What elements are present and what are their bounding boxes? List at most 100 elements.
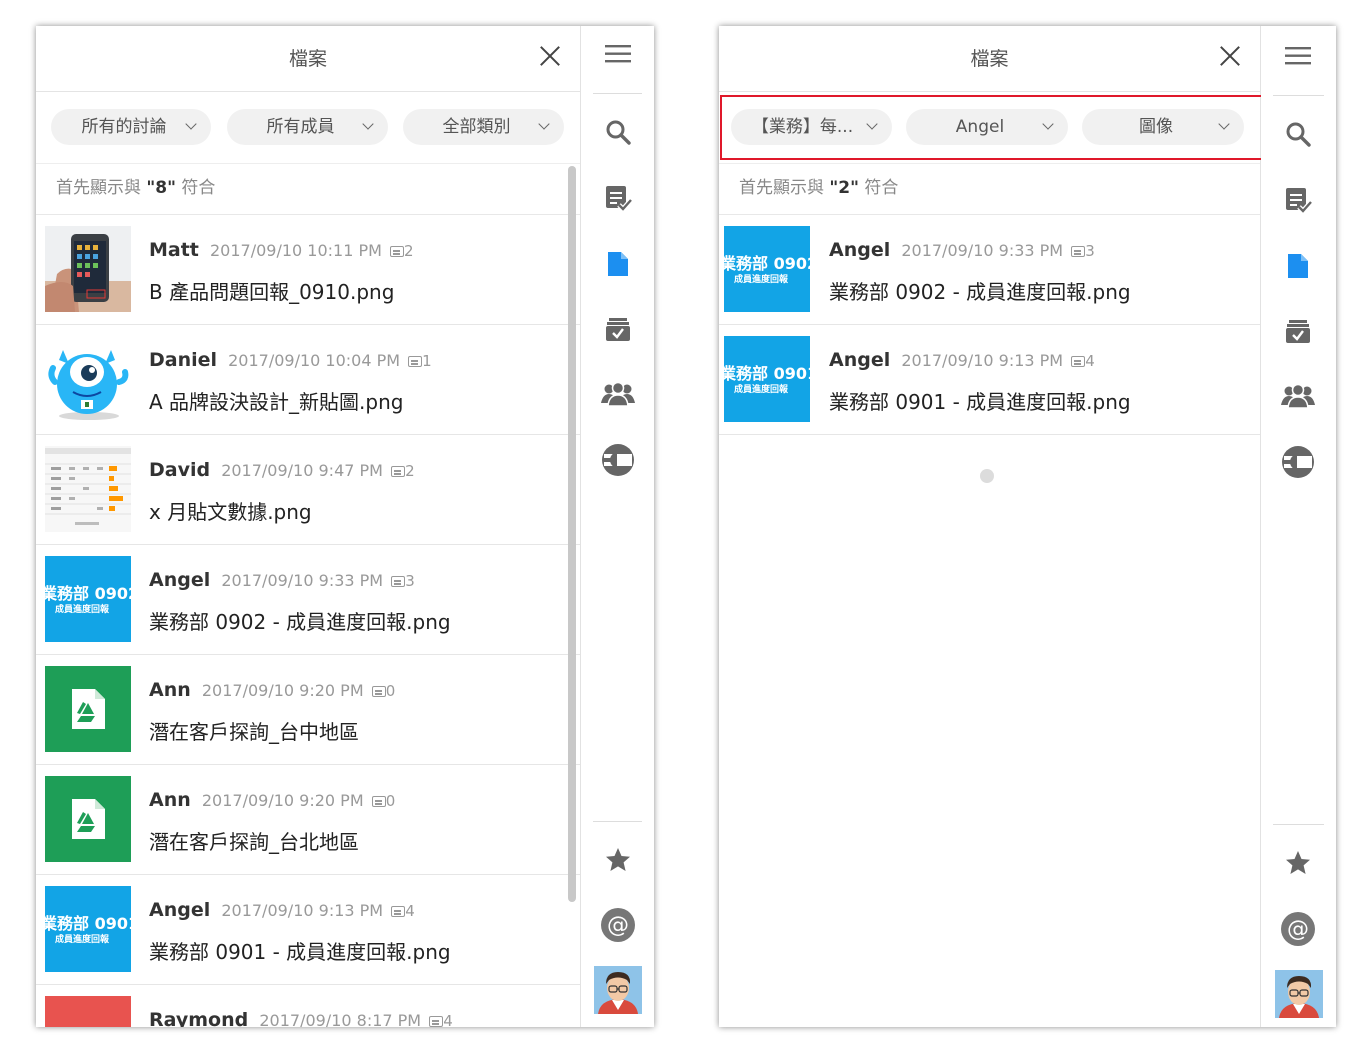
filter-bar: 所有的討論 所有成員 全部類別 xyxy=(36,92,580,164)
file-name[interactable]: 潛在客戶探詢_台中地區 xyxy=(149,716,359,745)
star-icon[interactable] xyxy=(1279,844,1317,882)
file-item[interactable]: 業務部 0901 成員進度回報 Angel 2017/09/10 9:13 PM… xyxy=(36,875,580,985)
mention-icon[interactable]: @ xyxy=(1279,910,1317,948)
spreadsheet-thumbnail xyxy=(45,446,131,532)
member-name[interactable]: Raymond xyxy=(149,1009,248,1027)
file-name[interactable]: 業務部 0901 - 成員進度回報.png xyxy=(149,936,451,965)
timestamp: 2017/09/10 9:13 PM xyxy=(901,351,1064,370)
file-item[interactable]: Daniel 2017/09/10 10:04 PM 1 A 品牌設決設計_新貼… xyxy=(36,325,580,435)
file-name[interactable]: x 月貼文數據.png xyxy=(149,496,312,525)
svg-text:@: @ xyxy=(1287,917,1309,942)
member-name[interactable]: Ann xyxy=(149,789,191,811)
member-name[interactable]: Angel xyxy=(149,569,210,591)
sidebar-divider xyxy=(1273,95,1324,96)
file-name[interactable]: B 產品問題回報_0910.png xyxy=(149,276,394,305)
search-icon[interactable] xyxy=(1279,115,1317,153)
report-image-thumbnail: 業務部 0901 成員進度回報 xyxy=(724,336,810,422)
comment-icon xyxy=(391,466,406,477)
files-icon[interactable] xyxy=(599,245,637,283)
timestamp: 2017/09/10 10:11 PM xyxy=(210,241,382,260)
file-item[interactable]: Raymond 2017/09/10 8:17 PM 4 xyxy=(36,985,580,1027)
file-item[interactable]: David 2017/09/10 9:47 PM 2 x 月貼文數據.png xyxy=(36,435,580,545)
comment-count: 0 xyxy=(371,682,395,700)
comment-count-value: 3 xyxy=(405,572,415,590)
timestamp: 2017/09/10 9:13 PM xyxy=(221,901,384,920)
file-name[interactable]: 業務部 0901 - 成員進度回報.png xyxy=(829,386,1131,415)
comment-icon xyxy=(408,356,423,367)
chevron-down-icon xyxy=(185,118,197,130)
chevron-down-icon xyxy=(362,118,374,130)
file-item[interactable]: Matt 2017/09/10 10:11 PM 2 B 產品問題回報_0910… xyxy=(36,215,580,325)
thumbnail-title: 業務部 0901 xyxy=(724,364,810,383)
member-name[interactable]: Daniel xyxy=(149,349,217,371)
match-summary: 首先顯示與 "2" 符合 xyxy=(719,164,1260,215)
phone-photo-thumbnail xyxy=(45,226,131,312)
member-name[interactable]: Angel xyxy=(829,239,890,261)
menu-icon[interactable] xyxy=(1279,37,1317,75)
google-drive-icon xyxy=(72,689,105,729)
file-item[interactable]: 業務部 0902 成員進度回報 Angel 2017/09/10 9:33 PM… xyxy=(719,215,1260,325)
avatar[interactable] xyxy=(1275,970,1323,1018)
panel-title: 檔案 xyxy=(970,48,1009,70)
thumbnail-subtitle: 成員進度回報 xyxy=(734,275,789,285)
member-name[interactable]: Ann xyxy=(149,679,191,701)
report-image-thumbnail: 業務部 0902 成員進度回報 xyxy=(724,226,810,312)
tasks-icon[interactable] xyxy=(599,179,637,217)
item-meta: Angel 2017/09/10 9:33 PM 3 xyxy=(149,569,415,591)
filter-discussion-label: 所有的討論 xyxy=(81,117,167,137)
svg-text:@: @ xyxy=(607,913,629,938)
member-name[interactable]: Angel xyxy=(829,349,890,371)
filter-category[interactable]: 全部類別 xyxy=(403,109,564,145)
comment-icon xyxy=(390,246,405,257)
close-icon[interactable] xyxy=(1218,44,1242,68)
report-image-thumbnail: 業務部 0901 成員進度回報 xyxy=(45,886,131,972)
comment-count-value: 3 xyxy=(1085,242,1095,260)
member-name[interactable]: Angel xyxy=(149,899,210,921)
comment-count: 4 xyxy=(429,1012,453,1027)
file-item[interactable]: 業務部 0901 成員進度回報 Angel 2017/09/10 9:13 PM… xyxy=(719,325,1260,435)
timestamp: 2017/09/10 8:17 PM xyxy=(259,1011,422,1027)
files-panel-right: 檔案 【業務】每... Angel 圖像 首先顯示與 "2" 符合 業務部 09… xyxy=(719,26,1336,1027)
close-icon[interactable] xyxy=(538,44,562,68)
menu-icon[interactable] xyxy=(599,35,637,73)
file-item[interactable]: Ann 2017/09/10 9:20 PM 0 潛在客戶探詢_台北地區 xyxy=(36,765,580,875)
integrations-icon[interactable] xyxy=(1279,443,1317,481)
thumbnail-subtitle: 成員進度回報 xyxy=(55,605,110,615)
members-icon[interactable] xyxy=(1279,377,1317,415)
search-icon[interactable] xyxy=(599,113,637,151)
comment-count: 3 xyxy=(391,572,415,590)
member-name[interactable]: David xyxy=(149,459,210,481)
archive-icon[interactable] xyxy=(1279,312,1317,350)
file-name[interactable]: A 品牌設決設計_新貼圖.png xyxy=(149,386,403,415)
match-suffix: 符合 xyxy=(181,178,216,198)
file-list: Matt 2017/09/10 10:11 PM 2 B 產品問題回報_0910… xyxy=(36,215,580,1027)
timestamp: 2017/09/10 9:33 PM xyxy=(901,241,1064,260)
file-name[interactable]: 潛在客戶探詢_台北地區 xyxy=(149,826,359,855)
google-drive-thumbnail xyxy=(45,776,131,862)
file-name[interactable]: 業務部 0902 - 成員進度回報.png xyxy=(149,606,451,635)
mention-icon[interactable]: @ xyxy=(599,906,637,944)
thumbnail-subtitle: 成員進度回報 xyxy=(734,385,789,395)
file-name[interactable]: 業務部 0902 - 成員進度回報.png xyxy=(829,276,1131,305)
file-item[interactable]: 業務部 0902 成員進度回報 Angel 2017/09/10 9:33 PM… xyxy=(36,545,580,655)
comment-icon xyxy=(1071,356,1086,367)
right-sidebar: @ xyxy=(1261,26,1336,1027)
members-icon[interactable] xyxy=(599,375,637,413)
integrations-icon[interactable] xyxy=(599,441,637,479)
match-prefix: 首先顯示與 xyxy=(739,178,824,198)
star-icon[interactable] xyxy=(599,841,637,879)
red-file-thumbnail xyxy=(45,996,131,1027)
match-summary: 首先顯示與 "8" 符合 xyxy=(36,164,580,215)
scrollbar[interactable] xyxy=(568,166,576,902)
files-icon[interactable] xyxy=(1279,247,1317,285)
avatar[interactable] xyxy=(594,966,642,1014)
thumbnail-subtitle: 成員進度回報 xyxy=(55,935,110,945)
tasks-icon[interactable] xyxy=(1279,181,1317,219)
filter-discussion[interactable]: 所有的討論 xyxy=(51,109,211,145)
archive-icon[interactable] xyxy=(599,310,637,348)
comment-count-value: 4 xyxy=(443,1012,453,1027)
member-name[interactable]: Matt xyxy=(149,239,199,261)
item-meta: Angel 2017/09/10 9:13 PM 4 xyxy=(149,899,415,921)
filter-members[interactable]: 所有成員 xyxy=(227,109,388,145)
file-item[interactable]: Ann 2017/09/10 9:20 PM 0 潛在客戶探詢_台中地區 xyxy=(36,655,580,765)
